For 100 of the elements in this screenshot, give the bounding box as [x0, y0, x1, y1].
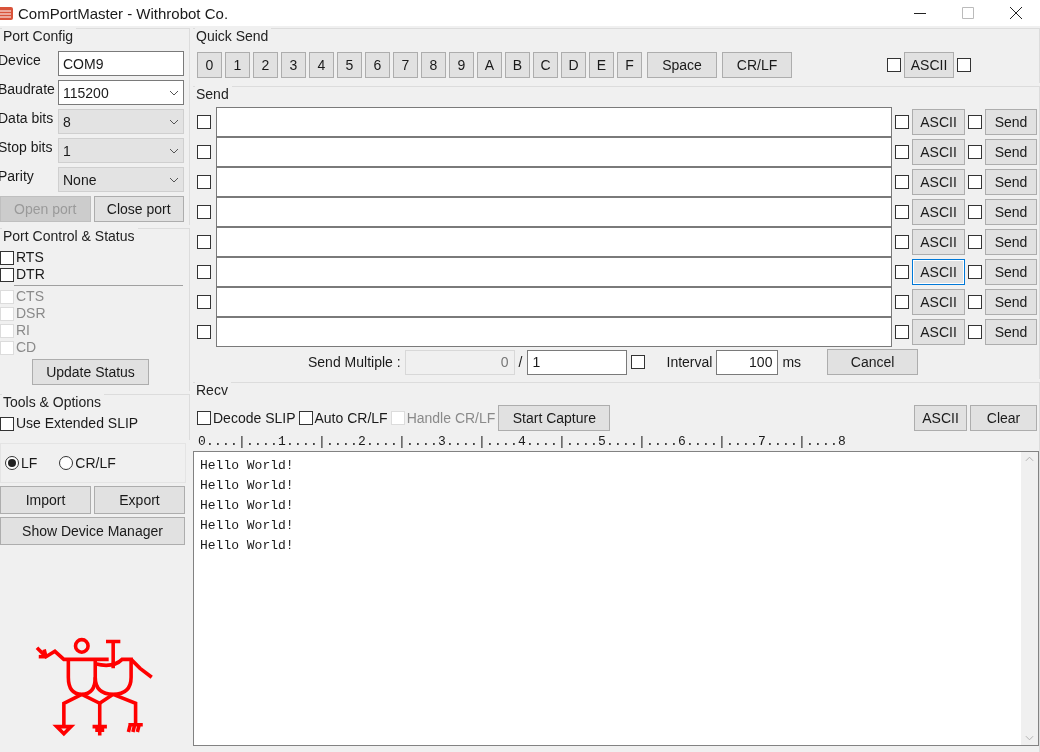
total-field[interactable]: 1 [526, 349, 627, 375]
checkbox[interactable] [968, 145, 982, 159]
checkbox[interactable] [968, 295, 982, 309]
key-button[interactable]: 4 [309, 52, 334, 78]
start-capture-button[interactable]: Start Capture [498, 405, 611, 431]
ascii-button[interactable]: ASCII [912, 289, 965, 315]
ascii-button[interactable]: ASCII [912, 199, 965, 225]
dropdown[interactable]: 115200 [58, 80, 184, 105]
send-button[interactable]: Send [985, 289, 1037, 315]
checkbox-label: Decode SLIP [213, 410, 296, 426]
checkbox[interactable] [630, 355, 645, 369]
key-button[interactable]: Space [647, 52, 717, 78]
group-title: Send [195, 86, 232, 102]
key-button[interactable]: C [533, 52, 558, 78]
checkbox[interactable] [197, 205, 211, 219]
tool-button[interactable]: Import [0, 486, 91, 514]
field-label: Baudrate [0, 80, 56, 97]
send-button[interactable]: Send [985, 229, 1037, 255]
group-title: Quick Send [195, 28, 272, 44]
send-input[interactable] [216, 317, 892, 347]
send-input[interactable] [216, 257, 892, 287]
checkbox[interactable] [968, 175, 982, 189]
key-button[interactable]: F [617, 52, 642, 78]
send-multiple-label: Send Multiple : [308, 354, 401, 370]
device-manager-button[interactable]: Show Device Manager [0, 517, 185, 545]
clear-button[interactable]: Clear [970, 405, 1037, 431]
key-button[interactable]: 1 [225, 52, 250, 78]
count-field: 0 [404, 349, 515, 375]
device-field[interactable]: COM9 [58, 51, 184, 76]
key-button[interactable]: 0 [197, 52, 222, 78]
ascii-button[interactable]: ASCII [912, 319, 965, 345]
checkbox[interactable] [895, 175, 909, 189]
ascii-button[interactable]: ASCII [914, 405, 967, 431]
radio-button[interactable] [59, 456, 74, 470]
checkbox[interactable] [298, 411, 313, 425]
field-label: Data bits [0, 109, 55, 126]
checkbox[interactable] [895, 145, 909, 159]
send-input[interactable] [216, 287, 892, 317]
checkbox[interactable] [957, 58, 971, 72]
checkbox[interactable] [887, 58, 901, 72]
key-button[interactable]: B [505, 52, 530, 78]
cancel-button[interactable]: Cancel [827, 349, 919, 375]
checkbox[interactable] [197, 235, 211, 249]
close-icon[interactable] [1009, 6, 1023, 20]
checkbox[interactable] [968, 205, 982, 219]
send-input[interactable] [216, 167, 892, 197]
checkbox[interactable] [895, 325, 909, 339]
update-status-button[interactable]: Update Status [32, 359, 149, 385]
checkbox[interactable] [197, 175, 211, 189]
checkbox[interactable] [0, 250, 14, 265]
checkbox[interactable] [197, 265, 211, 279]
key-button[interactable]: A [477, 52, 502, 78]
checkbox[interactable] [895, 205, 909, 219]
checkbox[interactable] [968, 115, 982, 129]
checkbox[interactable] [197, 411, 211, 425]
checkbox[interactable] [968, 325, 982, 339]
checkbox[interactable] [968, 265, 982, 279]
checkbox[interactable] [197, 295, 211, 309]
checkbox[interactable] [895, 115, 909, 129]
key-button[interactable]: E [589, 52, 614, 78]
ascii-button[interactable]: ASCII [904, 52, 954, 78]
send-input[interactable] [216, 107, 892, 137]
checkbox-label: DTR [16, 267, 45, 282]
ascii-button[interactable]: ASCII [912, 169, 965, 195]
ascii-button[interactable]: ASCII [912, 139, 965, 165]
checkbox[interactable] [968, 235, 982, 249]
checkbox[interactable] [197, 145, 211, 159]
checkbox[interactable] [0, 267, 14, 282]
tool-button[interactable]: Export [94, 486, 185, 514]
send-button[interactable]: Send [985, 169, 1037, 195]
key-button[interactable]: 2 [253, 52, 278, 78]
send-button[interactable]: Send [985, 259, 1037, 285]
checkbox[interactable] [895, 295, 909, 309]
send-button[interactable]: Send [985, 199, 1037, 225]
send-input[interactable] [216, 197, 892, 227]
checkbox[interactable] [895, 235, 909, 249]
send-button[interactable]: Send [985, 139, 1037, 165]
key-button[interactable]: 9 [449, 52, 474, 78]
key-button[interactable]: 7 [393, 52, 418, 78]
checkbox[interactable] [197, 115, 211, 129]
radio-button[interactable] [5, 456, 19, 470]
received-line: Hello World! [200, 517, 295, 535]
port-button[interactable]: Close port [93, 195, 184, 222]
checkbox[interactable] [895, 265, 909, 279]
send-button[interactable]: Send [985, 319, 1037, 345]
send-button[interactable]: Send [985, 109, 1037, 135]
checkbox[interactable] [0, 416, 14, 431]
send-input[interactable] [216, 137, 892, 167]
key-button[interactable]: D [561, 52, 586, 78]
interval-field[interactable]: 100 [716, 349, 779, 375]
send-input[interactable] [216, 227, 892, 257]
key-button[interactable]: 6 [365, 52, 390, 78]
key-button[interactable]: 8 [421, 52, 446, 78]
key-button[interactable]: CR/LF [722, 52, 792, 78]
key-button[interactable]: 5 [337, 52, 362, 78]
ascii-button[interactable]: ASCII [912, 259, 965, 285]
checkbox[interactable] [197, 325, 211, 339]
ascii-button[interactable]: ASCII [912, 109, 965, 135]
key-button[interactable]: 3 [281, 52, 306, 78]
ascii-button[interactable]: ASCII [912, 229, 965, 255]
